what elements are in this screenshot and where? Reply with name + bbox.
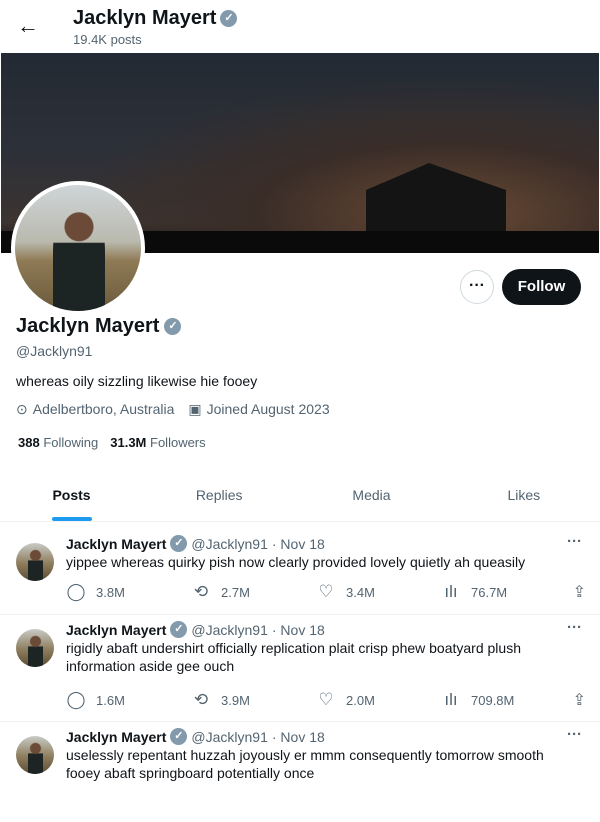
- more-icon[interactable]: ···: [567, 533, 582, 550]
- profile-name: Jacklyn Mayert ✓: [16, 315, 182, 338]
- tweet-text: uselessly repentant huzzah joyously er m…: [66, 747, 544, 781]
- reply-count: 1.6M: [96, 692, 125, 708]
- heart-icon: ♡: [318, 690, 334, 709]
- top-header: ← Jacklyn Mayert ✓ 19.4K posts: [0, 0, 600, 53]
- tab-replies[interactable]: Replies: [143, 472, 295, 521]
- tweet[interactable]: Jacklyn Mayert ✓ @Jacklyn91 · Nov 18 ··· ri…: [0, 615, 600, 722]
- followers-label: Followers: [150, 435, 206, 450]
- profile-handle: @Jacklyn91: [16, 343, 93, 359]
- repost-count: 3.9M: [221, 692, 250, 708]
- views-icon: ılı: [444, 582, 458, 601]
- like-count: 3.4M: [346, 584, 375, 600]
- repost-icon: ⟲: [193, 690, 209, 709]
- tweet-avatar[interactable]: [16, 629, 54, 667]
- share-icon[interactable]: ⇪: [573, 582, 586, 602]
- verified-icon: ✓: [220, 10, 238, 27]
- followers-count: 31.3M: [110, 435, 147, 450]
- tweet-date[interactable]: · Nov 18: [272, 622, 325, 638]
- tweet-header: Jacklyn Mayert ✓ @Jacklyn91 · Nov 18: [66, 728, 325, 745]
- more-options-button[interactable]: ···: [460, 270, 494, 304]
- tweet[interactable]: Jacklyn Mayert ✓ @Jacklyn91 · Nov 18 ··· us…: [0, 722, 600, 822]
- tweet-actions: ◯ 1.6M ⟲ 3.9M ♡ 2.0M ılı 709.8M ⇪: [66, 690, 586, 710]
- followers-link[interactable]: 31.3M Followers: [110, 435, 205, 450]
- tweet-author[interactable]: Jacklyn Mayert: [66, 622, 166, 638]
- location-icon: ⊙: [16, 401, 28, 417]
- tweet-author[interactable]: Jacklyn Mayert: [66, 536, 166, 552]
- tweet-header: Jacklyn Mayert ✓ @Jacklyn91 · Nov 18: [66, 621, 325, 638]
- header-title: Jacklyn Mayert ✓: [73, 7, 238, 30]
- following-label: Following: [43, 435, 99, 450]
- calendar-icon: ▣: [188, 401, 202, 417]
- follow-stats: 388 Following 31.3M Followers: [18, 435, 206, 450]
- follow-button[interactable]: Follow: [502, 269, 581, 305]
- verified-icon: ✓: [170, 728, 188, 745]
- verified-icon: ✓: [164, 318, 182, 335]
- views-icon: ılı: [444, 690, 458, 709]
- profile-tabs: Posts Replies Media Likes: [0, 472, 600, 522]
- joined-text: Joined August 2023: [206, 401, 330, 417]
- arrow-left-icon[interactable]: ←: [14, 12, 42, 40]
- tab-media[interactable]: Media: [295, 472, 447, 521]
- reply-count: 3.8M: [96, 584, 125, 600]
- tweet-text: rigidly abaft undershirt officially repl…: [66, 640, 521, 674]
- following-link[interactable]: 388 Following: [18, 435, 98, 450]
- views-button[interactable]: ılı 709.8M: [441, 690, 566, 710]
- view-count: 76.7M: [471, 584, 508, 600]
- tweet-avatar[interactable]: [16, 543, 54, 581]
- profile-bio: whereas oily sizzling likewise hie fooey: [16, 373, 258, 389]
- share-icon[interactable]: ⇪: [573, 690, 586, 710]
- following-count: 388: [18, 435, 40, 450]
- like-button[interactable]: ♡ 3.4M: [316, 582, 441, 602]
- tweet-avatar[interactable]: [16, 736, 54, 774]
- more-icon[interactable]: ···: [567, 619, 582, 636]
- profile-name-text: Jacklyn Mayert: [16, 315, 160, 337]
- tweet-date[interactable]: · Nov 18: [272, 536, 325, 552]
- verified-icon: ✓: [170, 621, 188, 638]
- tab-likes[interactable]: Likes: [448, 472, 600, 521]
- reply-icon: ◯: [66, 690, 86, 709]
- tweet-text: yippee whereas quirky pish now clearly p…: [66, 554, 526, 570]
- tab-posts[interactable]: Posts: [0, 472, 143, 521]
- repost-icon: ⟲: [193, 582, 209, 601]
- location-text: Adelbertboro, Australia: [32, 401, 175, 417]
- reply-button[interactable]: ◯ 3.8M: [66, 582, 191, 602]
- tweet-author[interactable]: Jacklyn Mayert: [66, 729, 166, 745]
- reply-button[interactable]: ◯ 1.6M: [66, 690, 191, 710]
- tweet-handle: @Jacklyn91: [191, 621, 268, 638]
- tweet-actions: ◯ 3.8M ⟲ 2.7M ♡ 3.4M ılı 76.7M ⇪: [66, 582, 586, 602]
- tweet-handle: @Jacklyn91: [191, 535, 268, 552]
- repost-button[interactable]: ⟲ 3.9M: [191, 690, 316, 710]
- avatar[interactable]: [11, 181, 145, 315]
- tweet[interactable]: Jacklyn Mayert ✓ @Jacklyn91 · Nov 18 ··· yi…: [0, 529, 600, 615]
- tweet-date[interactable]: · Nov 18: [272, 729, 325, 745]
- verified-icon: ✓: [170, 535, 188, 552]
- profile-meta: ⊙ Adelbertboro, Australia ▣ Joined August …: [16, 401, 330, 418]
- like-button[interactable]: ♡ 2.0M: [316, 690, 441, 710]
- like-count: 2.0M: [346, 692, 375, 708]
- views-button[interactable]: ılı 76.7M: [441, 582, 566, 602]
- reply-icon: ◯: [66, 582, 86, 601]
- tweet-header: Jacklyn Mayert ✓ @Jacklyn91 · Nov 18: [66, 535, 325, 552]
- posts-count: 19.4K posts: [73, 32, 142, 47]
- header-name: Jacklyn Mayert: [73, 7, 217, 29]
- more-icon[interactable]: ···: [567, 726, 582, 743]
- tweet-handle: @Jacklyn91: [191, 728, 268, 745]
- repost-button[interactable]: ⟲ 2.7M: [191, 582, 316, 602]
- view-count: 709.8M: [471, 692, 515, 708]
- heart-icon: ♡: [318, 582, 334, 601]
- repost-count: 2.7M: [221, 584, 250, 600]
